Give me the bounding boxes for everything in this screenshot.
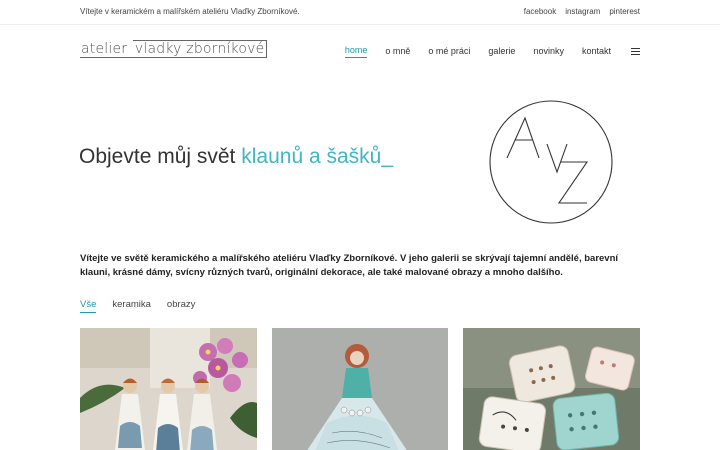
hero-title-accent: klaunů a šašků xyxy=(241,145,382,168)
hero-title: Objevte můj svět klaunů a šašků_ xyxy=(79,145,393,169)
nav-item-novinky[interactable]: novinky xyxy=(533,46,564,58)
welcome-text: Vítejte v keramickém a malířském ateliér… xyxy=(80,7,300,16)
facebook-link[interactable]: facebook xyxy=(524,7,556,16)
intro-paragraph: Vítejte ve světě keramického a malířskéh… xyxy=(80,253,619,278)
gallery-filters: Vše keramika obrazy xyxy=(80,299,195,313)
nav-item-galerie[interactable]: galerie xyxy=(488,46,515,58)
main-nav: home o mně o mé práci galerie novinky ko… xyxy=(344,45,640,58)
site-logo[interactable]: atelier vladky zborníkové xyxy=(80,40,268,58)
nav-item-o-mne[interactable]: o mně xyxy=(385,46,410,58)
hero-title-plain: Objevte můj svět xyxy=(79,145,242,168)
soap-dishes-image xyxy=(463,328,641,450)
logo-part-1: atelier xyxy=(80,41,133,58)
social-links: facebook instagram pinterest xyxy=(524,7,640,16)
filter-obrazy[interactable]: obrazy xyxy=(167,299,196,313)
nav-item-o-me-praci[interactable]: o mé práci xyxy=(428,46,470,58)
avz-monogram-logo xyxy=(489,100,613,224)
angels-orchids-image xyxy=(80,328,257,450)
ceramic-lady-image xyxy=(271,328,449,450)
hamburger-menu-icon[interactable] xyxy=(631,47,640,56)
filter-keramika[interactable]: keramika xyxy=(112,299,151,313)
gallery-item-lady[interactable] xyxy=(271,328,449,450)
top-bar: Vítejte v keramickém a malířském ateliér… xyxy=(0,0,720,25)
hero-title-cursor: _ xyxy=(381,145,394,168)
nav-item-kontakt[interactable]: kontakt xyxy=(582,46,611,58)
nav-item-home[interactable]: home xyxy=(344,45,368,58)
site-header: atelier vladky zborníkové home o mně o m… xyxy=(0,25,720,83)
instagram-link[interactable]: instagram xyxy=(565,7,600,16)
gallery-item-angels[interactable] xyxy=(80,328,257,450)
filter-all[interactable]: Vše xyxy=(80,299,97,313)
logo-part-2: vladky zborníkové xyxy=(132,40,268,58)
gallery-item-soap-dishes[interactable] xyxy=(463,328,641,450)
gallery-grid xyxy=(80,328,641,450)
pinterest-link[interactable]: pinterest xyxy=(609,7,640,16)
